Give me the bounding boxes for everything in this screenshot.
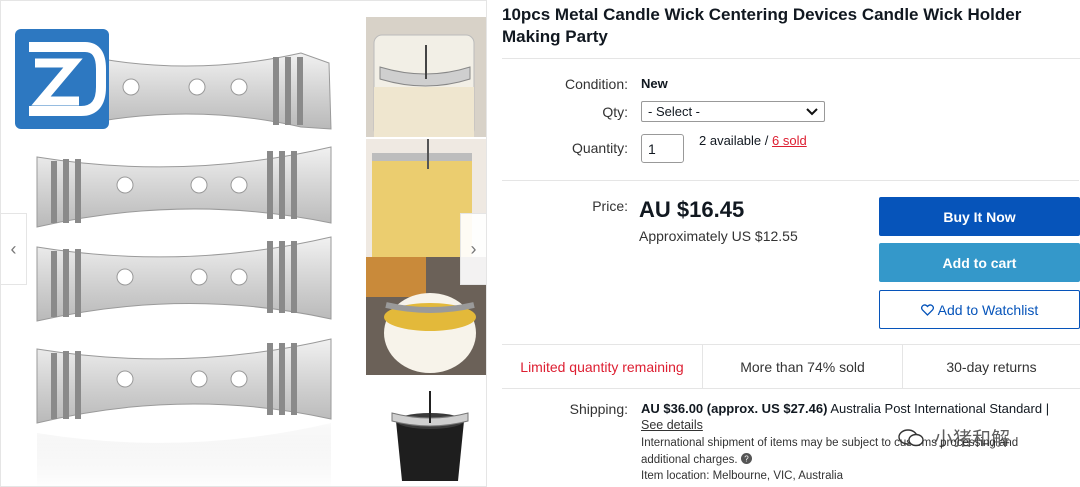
highlights-bar: Limited quantity remaining More than 74%…: [502, 344, 1080, 389]
watermark-text: 小猪和解: [934, 428, 1011, 450]
thumbnail-1[interactable]: [366, 17, 486, 137]
brand-logo-icon: [15, 29, 109, 129]
add-to-cart-button[interactable]: Add to cart: [879, 243, 1080, 282]
divider: [502, 180, 1079, 181]
chevron-left-icon: ‹: [10, 238, 17, 259]
wick-holder-4: [36, 338, 332, 424]
black-cup-icon: [366, 377, 486, 486]
buy-it-now-button[interactable]: Buy It Now: [879, 197, 1080, 236]
heart-icon: [920, 303, 934, 316]
shipping-price: AU $36.00: [641, 401, 704, 416]
international-note-line-2: additional charges. ?: [641, 453, 752, 466]
question-circle-icon[interactable]: ?: [740, 453, 752, 464]
shipping-approx: (approx. US $27.46): [706, 401, 828, 416]
price-approx: Approximately US $12.55: [639, 228, 798, 244]
divider: [502, 58, 1080, 59]
limited-quantity-badge: Limited quantity remaining: [502, 345, 702, 388]
gallery-prev-button[interactable]: ‹: [1, 213, 27, 285]
shipping-summary: AU $36.00 (approx. US $27.46) Australia …: [641, 401, 1049, 416]
item-location: Item location: Melbourne, VIC, Australia: [641, 470, 843, 482]
qty-select[interactable]: - Select -: [641, 101, 825, 122]
thumbnail-4[interactable]: [366, 377, 486, 486]
quantity-label: Quantity:: [571, 140, 628, 156]
svg-text:?: ?: [744, 455, 749, 464]
main-product-image[interactable]: [1, 1, 363, 486]
wick-holder-3: [36, 236, 332, 322]
shipping-label: Shipping:: [569, 401, 628, 417]
condition-value: New: [641, 76, 668, 91]
chevron-down-icon: [806, 107, 818, 115]
listing-title: 10pcs Metal Candle Wick Centering Device…: [502, 5, 1022, 46]
gallery-next-button[interactable]: ›: [460, 213, 486, 285]
sold-percent-badge: More than 74% sold: [703, 345, 902, 388]
watchlist-label: Add to Watchlist: [937, 301, 1039, 318]
availability-text: 2 available / 6 sold: [699, 133, 807, 148]
see-details-link[interactable]: See details: [641, 418, 703, 432]
wechat-icon: [898, 429, 924, 447]
qty-select-value: - Select -: [648, 104, 701, 119]
image-gallery: ‹ ›: [0, 0, 487, 487]
sold-link[interactable]: 6 sold: [772, 133, 807, 148]
candle-jar-icon: [366, 17, 486, 137]
quantity-input[interactable]: 1: [641, 134, 684, 163]
qty-select-label: Qty:: [602, 104, 628, 120]
returns-badge: 30-day returns: [903, 345, 1080, 388]
condition-label: Condition:: [564, 76, 628, 92]
add-to-watchlist-button[interactable]: Add to Watchlist: [879, 290, 1080, 329]
chevron-right-icon: ›: [470, 238, 477, 259]
wick-holder-2: [36, 146, 332, 228]
price-label: Price:: [592, 198, 628, 214]
available-count: 2 available /: [699, 133, 769, 148]
international-note-text: additional charges.: [641, 454, 738, 466]
price-value: AU $16.45: [639, 197, 745, 222]
shipping-method: Australia Post International Standard |: [830, 401, 1050, 416]
wick-holder-1: [70, 52, 332, 130]
watermark: 小猪和解: [898, 424, 1010, 451]
